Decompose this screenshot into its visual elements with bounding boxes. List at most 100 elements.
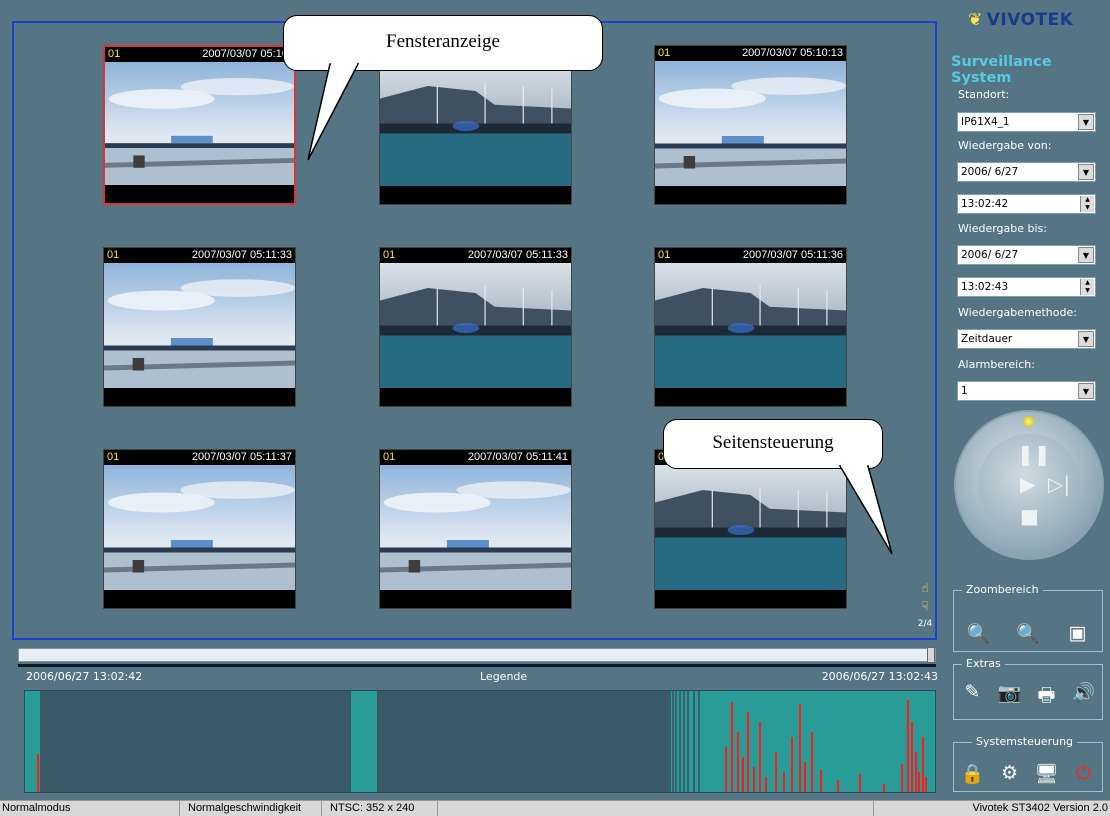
channel-number: 01 [383, 249, 396, 261]
color-adjust-icon[interactable]: ▣ [1063, 622, 1091, 645]
system-control-group: Systemsteuerung 🔒 ⚙ 🖥 ⏻ [953, 735, 1103, 792]
alarm-spike [820, 770, 822, 792]
video-cell-header: 01 2007/03/07 05:11:33 [380, 248, 571, 263]
alarm-spike [725, 747, 727, 792]
print-icon[interactable]: 🖶 [1033, 681, 1061, 713]
video-timestamp: 2007/03/07 05:11:41 [467, 451, 568, 463]
zoom-out-icon[interactable]: 🔍 [1014, 622, 1042, 645]
video-cell-header: 01 2007/03/07 05:10:13 [655, 46, 846, 61]
video-cell[interactable]: 01 2007/03/07 05:11:41 [379, 449, 572, 609]
playback-slider[interactable] [18, 647, 936, 663]
video-timestamp: 2007/03/07 05:10:13 [742, 47, 843, 59]
alarm-spike [742, 757, 744, 792]
alarm-timeline[interactable] [24, 690, 936, 793]
alarm-spike [811, 732, 813, 792]
to-date-value: 2006/ 6/27 [961, 249, 1019, 261]
video-cell[interactable]: 01 2007/03/07 05:11:33 [379, 247, 572, 407]
video-frame [104, 465, 295, 590]
pause-button[interactable]: ❚❚ [1017, 442, 1051, 466]
video-cell[interactable]: 01 2007/03/07 05:11:33 [103, 247, 296, 407]
video-cell-header: 01 2007/03/07 05:11:33 [104, 248, 295, 263]
playback-to-time[interactable]: 13:02:43 ▲ ▼ [957, 277, 1096, 297]
page-up-icon[interactable]: ☝ [918, 581, 932, 595]
video-cell-header: 01 2007/03/07 05:11:37 [104, 450, 295, 465]
timeline-stripe [698, 691, 700, 792]
control-sidebar: ❦ VIVOTEK Surveillance System Standort: I… [948, 0, 1110, 800]
callout-page-pointer [838, 464, 893, 555]
alarm-spike [737, 732, 739, 792]
alarm-area-select[interactable]: 1 ▼ [957, 381, 1096, 401]
step-forward-button[interactable]: ▷| [1048, 472, 1070, 496]
alarm-spike [731, 702, 733, 792]
page-down-icon[interactable]: ☟ [918, 599, 932, 613]
extras-group-title: Extras [962, 657, 1005, 670]
from-time-value: 13:02:42 [961, 198, 1009, 210]
status-version: Vivotek ST3402 Version 2.0 [972, 802, 1108, 814]
alarm-spike [859, 774, 861, 792]
slider-thumb[interactable] [927, 647, 935, 663]
video-frame [655, 61, 846, 186]
playback-method-label: Wiedergabemethode: [958, 306, 1077, 319]
alarm-spike [775, 752, 777, 792]
monitor-icon[interactable]: 🖥 [1033, 762, 1061, 785]
playback-method-select[interactable]: Zeitdauer ▼ [957, 329, 1096, 349]
zoom-in-icon[interactable]: 🔍 [965, 622, 993, 645]
stop-button[interactable]: ■ [1020, 504, 1039, 528]
video-grid-viewport[interactable]: 01 2007/03/07 05:10: 01 2007/03/07 05:10:1… [12, 21, 937, 640]
video-cell[interactable]: 01 2007/03/07 05:10:13 [654, 45, 847, 205]
snapshot-icon[interactable]: 📷 [996, 681, 1024, 713]
zoom-group: Zoombereich 🔍 🔍 ▣ [953, 583, 1103, 652]
timeline-stripe [687, 691, 689, 792]
status-empty [444, 801, 874, 816]
spinner-icon[interactable]: ▲ ▼ [1080, 279, 1094, 295]
timeline-stripe [693, 691, 695, 792]
playback-from-date[interactable]: 2006/ 6/27 ▼ [957, 162, 1096, 182]
playback-from-time[interactable]: 13:02:42 ▲ ▼ [957, 194, 1096, 214]
to-time-value: 13:02:43 [961, 281, 1009, 293]
timeline-legend: Legende [480, 670, 528, 683]
channel-number: 01 [383, 451, 396, 463]
alarm-spike [804, 762, 806, 792]
callout-page-text: Seitensteuerung [712, 432, 834, 453]
alarm-spike [753, 767, 755, 792]
alarm-spike [907, 700, 909, 792]
page-indicator: 2/4 [917, 619, 933, 629]
video-cell[interactable]: 01 2007/03/07 05:11:36 [654, 247, 847, 407]
timeline-stripe [683, 691, 685, 792]
alarm-area-label: Alarmbereich: [958, 358, 1035, 371]
chevron-down-icon[interactable]: ▼ [1078, 331, 1094, 347]
status-led-icon [1023, 416, 1034, 427]
video-cell[interactable]: 01 2007/03/07 05:11:37 [103, 449, 296, 609]
power-icon[interactable]: ⏻ [1070, 762, 1098, 785]
video-timestamp: 2007/03/07 05:11:33 [191, 249, 292, 261]
play-button[interactable]: ▶ [1020, 472, 1035, 496]
video-timestamp: 2007/03/07 05:10: [202, 48, 291, 60]
edit-icon[interactable]: ✎ [959, 681, 987, 713]
video-cell[interactable]: 0 [654, 449, 847, 609]
playback-to-label: Wiedergabe bis: [958, 222, 1047, 235]
chevron-down-icon[interactable]: ▼ [1078, 247, 1094, 263]
zoom-icons: 🔍 🔍 ▣ [954, 622, 1102, 645]
lock-icon[interactable]: 🔒 [959, 762, 987, 785]
chevron-down-icon[interactable]: ▼ [1078, 383, 1094, 399]
channel-number: 01 [108, 48, 121, 60]
timeline-stripe [679, 691, 681, 792]
playback-from-label: Wiedergabe von: [958, 139, 1052, 152]
timeline-end-time: 2006/06/27 13:02:43 [821, 670, 938, 683]
alarm-spike [918, 772, 920, 792]
playback-to-date[interactable]: 2006/ 6/27 ▼ [957, 245, 1096, 265]
location-select[interactable]: IP61X4_1 ▼ [957, 112, 1096, 132]
settings-icon[interactable]: ⚙ [996, 762, 1024, 785]
video-cell[interactable]: 01 2007/03/07 05:10: [103, 45, 296, 205]
alarm-spike [759, 722, 761, 792]
alarm-value: 1 [961, 385, 968, 397]
page-control: ☝ ☟ 2/4 [907, 581, 943, 629]
status-bar: Normalmodus Normalgeschwindigkeit NTSC: … [0, 800, 1110, 816]
alarm-spike [925, 777, 927, 792]
chevron-down-icon[interactable]: ▼ [1078, 114, 1094, 130]
spinner-icon[interactable]: ▲ ▼ [1080, 196, 1094, 212]
chevron-down-icon[interactable]: ▼ [1078, 164, 1094, 180]
location-value: IP61X4_1 [961, 116, 1010, 128]
audio-icon[interactable]: 🔊 [1070, 681, 1098, 713]
video-frame [380, 465, 571, 590]
